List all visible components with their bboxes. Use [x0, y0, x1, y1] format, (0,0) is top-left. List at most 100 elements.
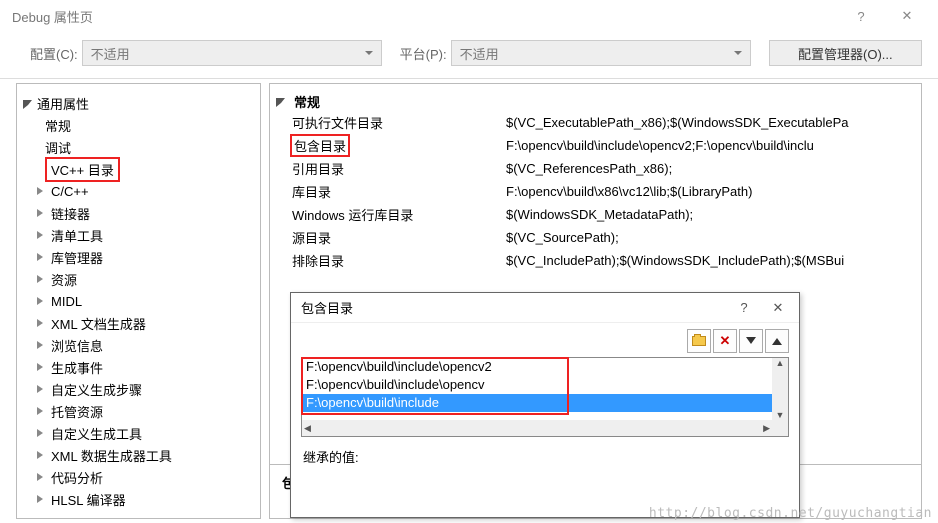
path-listbox[interactable]: F:\opencv\build\include\opencv2 F:\openc… — [301, 357, 789, 437]
tree-item-label: C/C++ — [51, 184, 89, 199]
vertical-scrollbar[interactable]: ▲ ▼ — [772, 358, 788, 420]
dialog-title: 包含目录 — [301, 298, 727, 317]
section-title: 常规 — [294, 92, 320, 111]
close-button[interactable]: ✕ — [884, 0, 930, 32]
new-line-button[interactable] — [687, 329, 711, 353]
expand-icon[interactable] — [37, 318, 47, 328]
tree-item[interactable]: HLSL 编译器 — [17, 488, 260, 510]
tree-root-label: 通用属性 — [37, 94, 89, 113]
expand-icon — [23, 98, 33, 108]
expand-icon[interactable] — [37, 384, 47, 394]
tree-root[interactable]: 通用属性 — [17, 92, 260, 114]
property-tree[interactable]: 通用属性 常规 调试 VC++ 目录 C/C++ 链接器 清单工具 库管理器 资… — [16, 83, 261, 519]
prop-row[interactable]: 库目录 F:\opencv\build\x86\vc12\lib;$(Libra… — [270, 180, 921, 203]
prop-label: 源目录 — [292, 228, 506, 247]
inherited-label: 继承的值: — [303, 450, 359, 465]
tree-item-label: 链接器 — [51, 204, 90, 223]
config-manager-button[interactable]: 配置管理器(O)... — [769, 40, 922, 66]
dialog-help-button[interactable]: ? — [727, 295, 761, 321]
tree-item[interactable]: C/C++ — [17, 180, 260, 202]
scroll-down-icon[interactable]: ▼ — [776, 410, 785, 420]
tree-item[interactable]: 链接器 — [17, 202, 260, 224]
collapse-icon[interactable] — [276, 96, 288, 107]
config-value: 不适用 — [91, 44, 130, 63]
expand-icon[interactable] — [37, 406, 47, 416]
expand-icon[interactable] — [37, 450, 47, 460]
dialog-close-button[interactable]: ✕ — [761, 295, 795, 321]
tree-item[interactable]: 自定义生成步骤 — [17, 378, 260, 400]
tree-item-label: 自定义生成步骤 — [51, 380, 142, 399]
inherited-section: 继承的值: — [291, 437, 799, 466]
tree-item[interactable]: 资源 — [17, 268, 260, 290]
tree-item-label: 浏览信息 — [51, 336, 103, 355]
tree-item[interactable]: 库管理器 — [17, 246, 260, 268]
prop-value[interactable]: $(VC_ExecutablePath_x86);$(WindowsSDK_Ex… — [506, 115, 921, 130]
expand-icon[interactable] — [37, 296, 47, 306]
prop-value[interactable]: $(VC_IncludePath);$(WindowsSDK_IncludePa… — [506, 253, 921, 268]
scroll-up-icon[interactable]: ▲ — [776, 358, 785, 368]
tree-item-label: 代码分析 — [51, 468, 103, 487]
tree-item[interactable]: 生成事件 — [17, 356, 260, 378]
prop-value[interactable]: F:\opencv\build\include\opencv2;F:\openc… — [506, 138, 921, 153]
prop-row[interactable]: Windows 运行库目录 $(WindowsSDK_MetadataPath)… — [270, 203, 921, 226]
tree-item[interactable]: 托管资源 — [17, 400, 260, 422]
platform-label: 平台(P): — [400, 44, 447, 63]
tree-item[interactable]: 代码分析 — [17, 466, 260, 488]
prop-row[interactable]: 引用目录 $(VC_ReferencesPath_x86); — [270, 157, 921, 180]
tree-item-label: HLSL 编译器 — [51, 490, 126, 509]
expand-icon[interactable] — [37, 186, 47, 196]
prop-value[interactable]: $(WindowsSDK_MetadataPath); — [506, 207, 921, 222]
config-label: 配置(C): — [30, 44, 78, 63]
expand-icon[interactable] — [37, 230, 47, 240]
tree-item-label: 托管资源 — [51, 402, 103, 421]
watermark: http://blog.csdn.net/guyuchangtian — [649, 506, 932, 521]
prop-row[interactable]: 可执行文件目录 $(VC_ExecutablePath_x86);$(Windo… — [270, 111, 921, 134]
horizontal-scrollbar[interactable]: ◀ ▶ — [302, 420, 788, 436]
expand-icon[interactable] — [37, 340, 47, 350]
scroll-right-icon[interactable]: ▶ — [763, 423, 770, 434]
prop-row[interactable]: 源目录 $(VC_SourcePath); — [270, 226, 921, 249]
tree-item-label: 资源 — [51, 270, 77, 289]
expand-icon[interactable] — [37, 428, 47, 438]
tree-item[interactable]: XML 文档生成器 — [17, 312, 260, 334]
move-up-button[interactable] — [765, 329, 789, 353]
tree-item[interactable]: 常规 — [17, 114, 260, 136]
prop-row[interactable]: 排除目录 $(VC_IncludePath);$(WindowsSDK_Incl… — [270, 249, 921, 272]
prop-value[interactable]: F:\opencv\build\x86\vc12\lib;$(LibraryPa… — [506, 184, 921, 199]
expand-icon[interactable] — [37, 274, 47, 284]
list-item[interactable]: F:\opencv\build\include\opencv2 — [302, 358, 788, 376]
tree-item[interactable]: 自定义生成工具 — [17, 422, 260, 444]
config-combo[interactable]: 不适用 — [82, 40, 382, 66]
expand-icon[interactable] — [37, 362, 47, 372]
tree-item-label: 常规 — [45, 116, 71, 135]
tree-item[interactable]: MIDL — [17, 290, 260, 312]
dialog-toolbar: ✕ — [291, 323, 799, 357]
prop-value[interactable]: $(VC_SourcePath); — [506, 230, 921, 245]
platform-combo[interactable]: 不适用 — [451, 40, 751, 66]
platform-value: 不适用 — [460, 44, 499, 63]
prop-value[interactable]: $(VC_ReferencesPath_x86); — [506, 161, 921, 176]
expand-icon[interactable] — [37, 472, 47, 482]
arrow-up-icon — [772, 333, 782, 349]
section-header[interactable]: 常规 — [270, 92, 921, 111]
prop-label: 排除目录 — [292, 251, 506, 270]
list-item[interactable]: F:\opencv\build\include\opencv — [302, 376, 788, 394]
help-icon: ? — [740, 300, 747, 315]
tree-item[interactable]: 调试 — [17, 136, 260, 158]
help-button[interactable]: ? — [838, 0, 884, 32]
tree-item[interactable]: 浏览信息 — [17, 334, 260, 356]
tree-item-vcpp-dirs[interactable]: VC++ 目录 — [17, 158, 260, 180]
delete-line-button[interactable]: ✕ — [713, 329, 737, 353]
move-down-button[interactable] — [739, 329, 763, 353]
x-icon: ✕ — [720, 333, 731, 349]
help-icon: ? — [857, 9, 864, 24]
expand-icon[interactable] — [37, 252, 47, 262]
expand-icon[interactable] — [37, 208, 47, 218]
prop-row-include-dirs[interactable]: 包含目录 F:\opencv\build\include\opencv2;F:\… — [270, 134, 921, 157]
tree-item[interactable]: XML 数据生成器工具 — [17, 444, 260, 466]
tree-item[interactable]: 清单工具 — [17, 224, 260, 246]
tree-item-label: XML 文档生成器 — [51, 314, 146, 333]
scroll-left-icon[interactable]: ◀ — [304, 423, 311, 434]
list-item-selected[interactable]: F:\opencv\build\include — [302, 394, 788, 412]
expand-icon[interactable] — [37, 494, 47, 504]
